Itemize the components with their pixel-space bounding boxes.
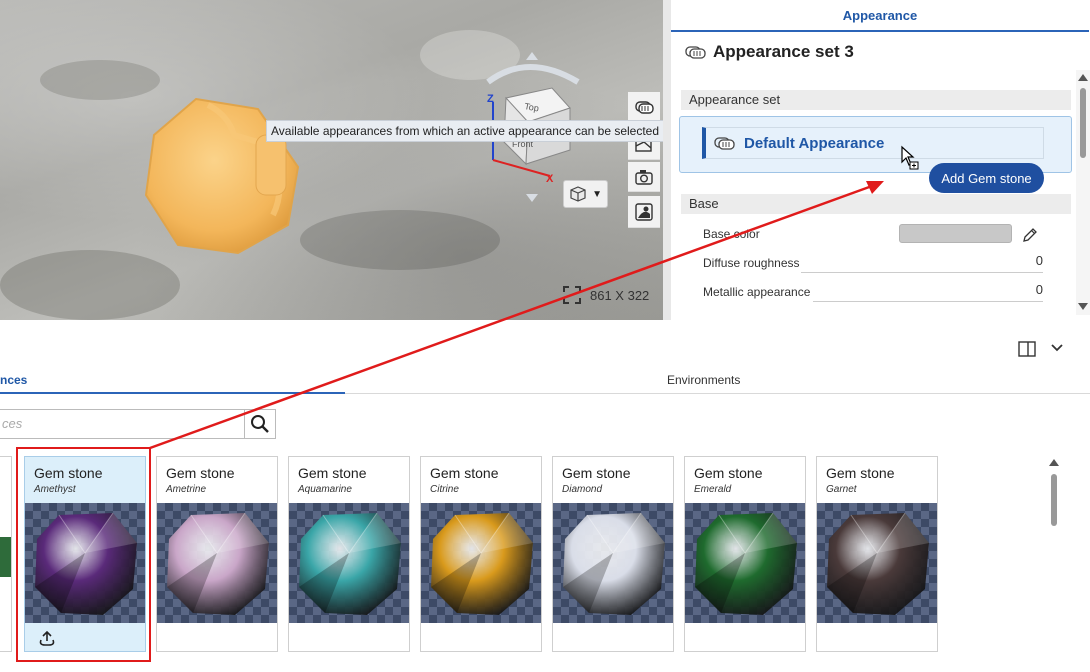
gem-thumbnail [817,503,937,623]
sand-texture [0,250,180,320]
gem-thumbnail [157,503,277,623]
tab-underline [0,392,345,394]
appearance-icon [714,137,735,150]
card-title: Gem stone [166,465,235,481]
prop-row-metallic-appearance[interactable]: Metallic appearance 0 [703,282,1043,302]
appearance-panel: Appearance Appearance set 3 Appearance s… [663,0,1090,320]
appearance-library-panel: nces Environments ces Gem stone Amethyst G… [0,320,1090,672]
viewport-dimensions: 861 X 322 [562,284,649,306]
gem-card-amethyst[interactable]: Gem stone Amethyst [24,456,146,652]
prop-label: Metallic appearance [703,285,811,299]
prop-value[interactable]: 0 [1036,282,1043,297]
input-underline [801,272,1043,273]
card-title: Gem stone [298,465,367,481]
axis-x-label: X [546,173,554,185]
card-title: Gem stone [430,465,499,481]
prop-label: Base color [703,227,760,241]
onshape-render-studio: Top Front Z X ▼ 861 X 322 Available appe… [0,0,1090,672]
panel-scrollbar[interactable] [1076,70,1090,315]
sand-texture [40,60,160,100]
prop-label: Diffuse roughness [703,256,800,270]
dimensions-text: 861 X 322 [590,287,650,303]
camera-button[interactable] [628,162,660,192]
render-button[interactable] [628,196,660,228]
appearances-tool-button[interactable] [628,92,660,122]
input-underline [813,301,1043,302]
partial-card [0,456,12,652]
add-gem-stone-button[interactable]: Add Gem stone [929,163,1044,193]
card-subtitle: Aquamarine [298,484,352,495]
render-icon [635,202,653,221]
gem-thumbnail [25,503,145,623]
card-subtitle: Emerald [694,484,732,495]
search-icon [251,415,269,433]
gem-thumbnail [421,503,541,623]
card-subtitle: Diamond [562,484,603,495]
view-orientation-dropdown[interactable]: ▼ [563,180,608,208]
search-button[interactable] [244,409,276,439]
library-tabs: nces Environments [0,370,1090,394]
gem-card-ametrine[interactable]: Gem stone Ametrine [156,456,278,652]
gem-card-diamond[interactable]: Gem stone Diamond [552,456,674,652]
axis-z-label: Z [487,93,494,105]
gem-card-garnet[interactable]: Gem stone Garnet [816,456,938,652]
section-base: Base [681,194,1071,214]
gem-model-3d[interactable] [138,95,308,255]
section-appearance-set: Appearance set [681,90,1071,110]
card-title: Gem stone [34,465,103,481]
appearance-set-icon [685,46,706,59]
camera-icon [635,169,653,185]
tab-environments[interactable]: Environments [667,373,740,387]
fit-frame-icon[interactable] [562,285,582,305]
tab-underline [671,30,1089,32]
gem-thumbnail [685,503,805,623]
graphics-viewport[interactable]: Top Front Z X ▼ 861 X 322 Available appe… [0,0,663,320]
gem-thumbnail [553,503,673,623]
drag-cursor-icon [901,145,919,170]
gem-card-aquamarine[interactable]: Gem stone Aquamarine [288,456,410,652]
appearance-set-title: Appearance set 3 [685,42,854,62]
prop-value[interactable]: 0 [1036,253,1043,268]
tab-appearances[interactable]: nces [0,373,27,387]
default-appearance-item[interactable]: Default Appearance [702,127,1044,159]
card-subtitle: Citrine [430,484,459,495]
panel-layout-icon[interactable] [1018,341,1036,357]
card-subtitle: Garnet [826,484,857,495]
appearance-set-title-text: Appearance set 3 [713,42,854,61]
appearances-icon [635,100,654,114]
gem-card-citrine[interactable]: Gem stone Citrine [420,456,542,652]
chevron-down-icon[interactable] [1050,342,1064,354]
tab-appearance[interactable]: Appearance [671,8,1089,23]
chevron-down-icon: ▼ [592,188,602,200]
prop-row-diffuse-roughness[interactable]: Diffuse roughness 0 [703,253,1043,273]
card-subtitle: Ametrine [166,484,207,495]
card-title: Gem stone [694,465,763,481]
drag-handle-icon[interactable] [37,630,57,651]
appearances-tooltip: Available appearances from which an acti… [266,120,663,142]
search-input[interactable]: ces [0,409,245,439]
cube-icon [570,186,586,202]
partial-card-thumbnail [0,537,11,577]
default-appearance-label: Default Appearance [744,134,885,152]
card-title: Gem stone [562,465,631,481]
gem-card-emerald[interactable]: Gem stone Emerald [684,456,806,652]
base-color-swatch[interactable] [899,224,1012,243]
edit-pencil-icon[interactable] [1021,226,1039,244]
card-subtitle: Amethyst [34,484,76,495]
sand-texture [300,210,500,270]
gem-thumbnail [289,503,409,623]
card-title: Gem stone [826,465,895,481]
library-scrollbar[interactable] [1047,456,1061,666]
